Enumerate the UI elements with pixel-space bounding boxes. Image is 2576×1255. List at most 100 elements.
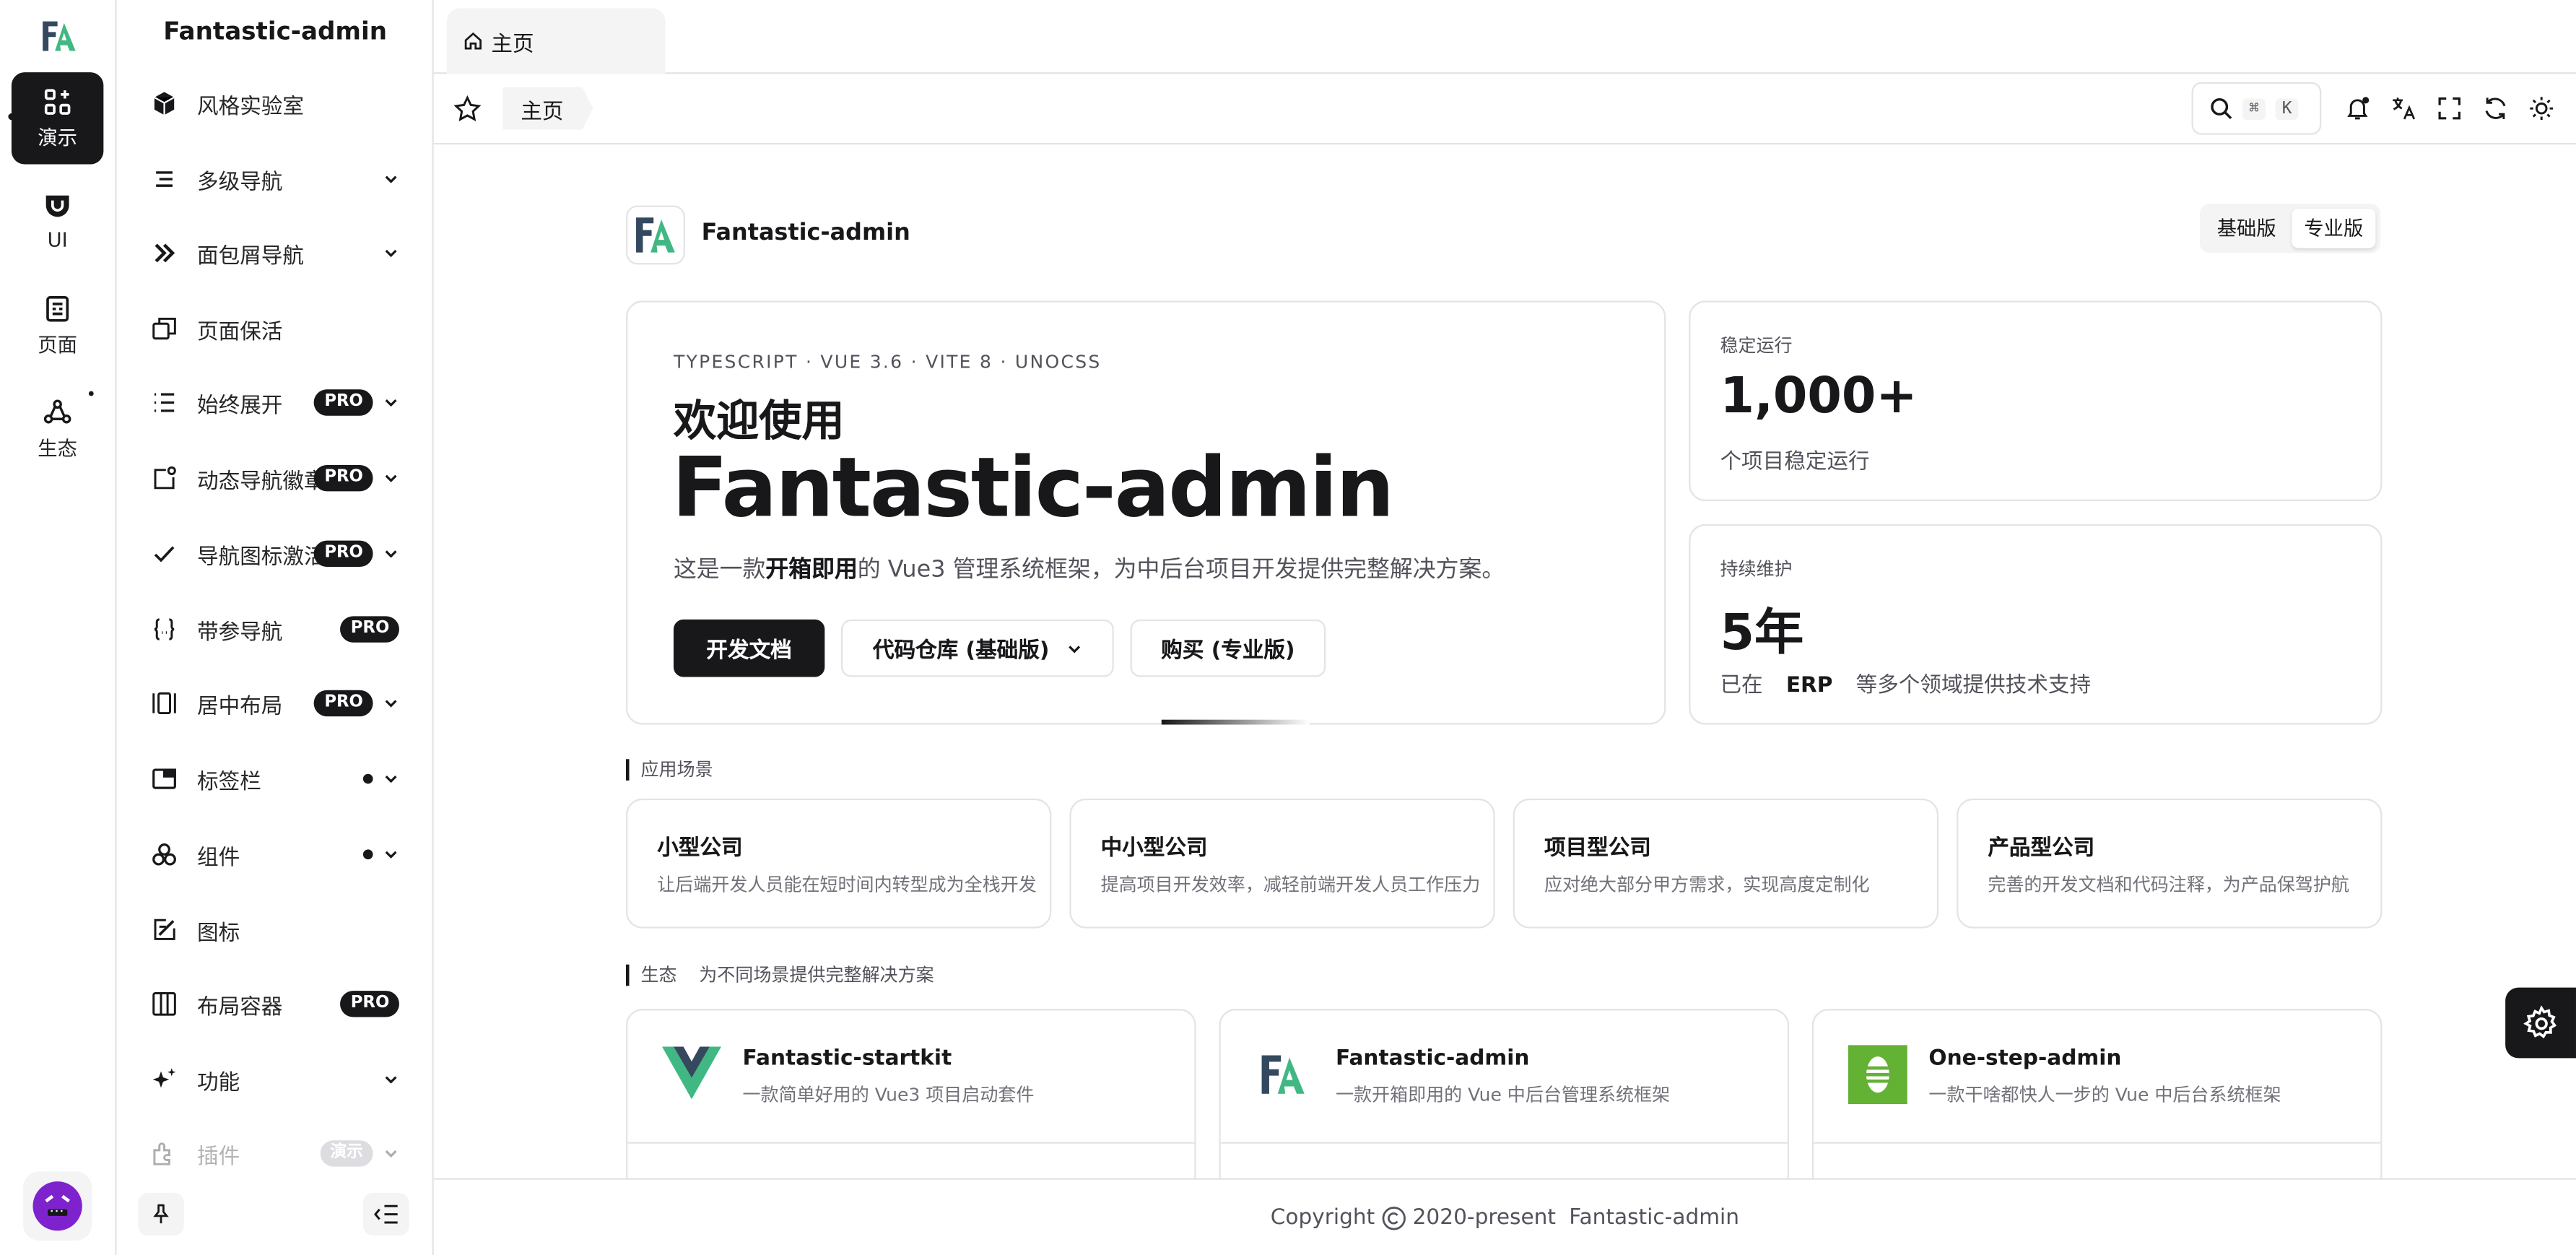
sidebar-item-icons[interactable]: 图标 [117, 897, 434, 963]
main-nav-ui[interactable]: UI [12, 175, 103, 267]
fa-logo-icon [1261, 1055, 1305, 1094]
ecosystem-icon [43, 399, 71, 423]
footer-owner[interactable]: Fantastic-admin [1569, 1205, 1739, 1230]
desc-text: 这是一款 [673, 557, 766, 583]
fullscreen-icon[interactable] [2437, 95, 2463, 121]
sidebar-item-icon-active[interactable]: 导航图标激活 PRO [117, 521, 434, 586]
sidebar-item-components[interactable]: 组件 [117, 822, 434, 887]
toolbar: 主页 ⌘ K [433, 74, 2576, 145]
pro-badge: PRO [314, 690, 373, 717]
sidebar-item-dynamic-badge[interactable]: 动态导航徽章 PRO [117, 446, 434, 511]
eco-card[interactable]: Fantastic-admin 一款开箱即用的 Vue 中后台管理系统框架 [1219, 1009, 1790, 1178]
stat-value: 5年 [1720, 604, 1804, 663]
sidebar-item-breadcrumb[interactable]: 面包屑导航 [117, 220, 434, 286]
scene-card[interactable]: 产品型公司 完善的开发文档和代码注释，为产品保驾护航 [1957, 798, 2383, 929]
window-icon [149, 764, 179, 794]
sidebar-item-layout-container[interactable]: 布局容器 PRO [117, 971, 434, 1037]
components-icon [149, 840, 179, 869]
edition-basic[interactable]: 基础版 [2205, 209, 2289, 248]
sidebar-item-tabbar[interactable]: 标签栏 [117, 746, 434, 812]
star-icon[interactable] [453, 95, 482, 123]
sidebar-item-features[interactable]: 功能 [117, 1046, 434, 1112]
sidebar-item-keep-alive[interactable]: 页面保活 [117, 296, 434, 362]
sidebar-item-center-layout[interactable]: 居中布局 PRO [117, 670, 434, 736]
tab-home[interactable]: 主页 [446, 8, 666, 74]
sidebar-item-label: 动态导航徽章 [197, 469, 326, 494]
footer: Copyright 2020-present Fantastic-admin [433, 1178, 2576, 1255]
chevron-down-icon [385, 249, 397, 258]
main-sidebar: 演示 UI 页面 生态 [0, 0, 117, 1255]
home-icon [464, 32, 482, 50]
collapse-sidebar-button[interactable] [362, 1193, 409, 1236]
eco-name: Fantastic-startkit [742, 1046, 952, 1072]
pin-button[interactable] [138, 1193, 184, 1236]
refresh-icon[interactable] [2482, 95, 2508, 121]
main-nav-demo[interactable]: 演示 [11, 72, 104, 165]
sidebar-item-multilevel[interactable]: 多级导航 [117, 147, 434, 212]
translate-icon[interactable] [2390, 95, 2416, 121]
scene-desc: 让后端开发人员能在短时间内转型成为全栈开发 [657, 874, 1037, 896]
breadcrumb[interactable]: 主页 [502, 87, 593, 130]
copy-icon [149, 314, 179, 344]
sparkle-icon [149, 1065, 179, 1095]
menu-icon [149, 165, 179, 194]
chevron-down-icon [385, 550, 397, 558]
stat-card: 持续维护 5年 已在 ERP 等多个领域提供技术支持 [1689, 524, 2383, 725]
scene-card[interactable]: 项目型公司 应对绝大部分甲方需求，实现高度定制化 [1513, 798, 1939, 929]
pro-badge: PRO [314, 389, 373, 416]
section-title-scenes: 应用场景 [625, 759, 713, 781]
scene-card[interactable]: 小型公司 让后端开发人员能在短时间内转型成为全栈开发 [625, 798, 1052, 929]
sidebar-item-param-nav[interactable]: 带参导航 PRO [117, 596, 434, 662]
main-nav-page[interactable]: 页面 [12, 279, 103, 371]
search-button[interactable]: ⌘ K [2191, 82, 2322, 135]
sidebar-item-label: 功能 [197, 1070, 240, 1095]
tech-stack-label: TYPESCRIPT · VUE 3.6 · VITE 8 · UNOCSS [673, 351, 1102, 373]
edition-switch[interactable]: 基础版 专业版 [2199, 204, 2381, 253]
eco-desc: 一款简单好用的 Vue3 项目启动套件 [742, 1084, 1035, 1106]
stat-subtext: 个项目稳定运行 [1720, 450, 1870, 475]
divider [1220, 1142, 1788, 1144]
avatar-image [32, 1181, 82, 1231]
eco-card[interactable]: One-step-admin 一款干啥都快人一步的 Vue 中后台系统框架 [1811, 1009, 2383, 1178]
chevron-down-icon [385, 1150, 397, 1158]
eco-card[interactable]: Fantastic-startkit 一款简单好用的 Vue3 项目启动套件 [625, 1009, 1196, 1178]
scene-card[interactable]: 中小型公司 提高项目开发效率，减轻前端开发人员工作压力 [1069, 798, 1495, 929]
sidebar-item-style-lab[interactable]: 风格实验室 [117, 71, 434, 136]
repo-button-label: 代码仓库 (基础版) [872, 639, 1050, 664]
pro-badge: PRO [341, 616, 399, 643]
eco-name: One-step-admin [1928, 1046, 2122, 1072]
hero-logo [625, 205, 685, 265]
docs-button[interactable]: 开发文档 [673, 619, 825, 677]
stat-subtext-bold: ERP [1785, 673, 1833, 699]
sidebar-item-plugins[interactable]: 插件 演示 [117, 1121, 434, 1186]
buy-button[interactable]: 购买 (专业版) [1130, 619, 1326, 677]
repo-button[interactable]: 代码仓库 (基础版) [841, 619, 1114, 677]
scene-desc: 提高项目开发效率，减轻前端开发人员工作压力 [1100, 874, 1481, 896]
double-chevron-icon [149, 238, 179, 268]
settings-button[interactable] [2505, 987, 2576, 1059]
sidebar-item-always-expand[interactable]: 始终展开 PRO [117, 370, 434, 435]
columns-icon [149, 989, 179, 1019]
app-logo[interactable] [0, 13, 117, 59]
pin-icon [153, 1204, 169, 1224]
hero-logo-name: Fantastic-admin [701, 220, 910, 247]
check-icon [149, 539, 179, 568]
eco-desc: 一款开箱即用的 Vue 中后台管理系统框架 [1335, 1084, 1671, 1106]
sidebar-item-label: 面包屑导航 [197, 243, 305, 269]
edition-pro[interactable]: 专业版 [2292, 208, 2376, 248]
sidebar-item-label: 图标 [197, 921, 240, 946]
desc-text: 的 Vue3 管理系统框架，为中后台项目开发提供完整解决方案。 [857, 557, 1505, 583]
scene-title: 产品型公司 [1988, 836, 2095, 861]
demo-badge: 演示 [320, 1140, 373, 1167]
main-nav-label: UI [47, 228, 68, 252]
notify-dot [85, 388, 97, 399]
vue-logo-icon [662, 1046, 721, 1100]
bell-icon[interactable] [2344, 95, 2370, 121]
avatar[interactable] [22, 1171, 92, 1241]
main-nav-label: 页面 [38, 332, 77, 356]
hero-card: TYPESCRIPT · VUE 3.6 · VITE 8 · UNOCSS 欢… [625, 300, 1666, 725]
main-nav-label: 演示 [38, 126, 77, 149]
tab-bar: 主页 [433, 0, 2576, 74]
badge-icon [149, 464, 179, 493]
sun-icon[interactable] [2528, 95, 2554, 121]
